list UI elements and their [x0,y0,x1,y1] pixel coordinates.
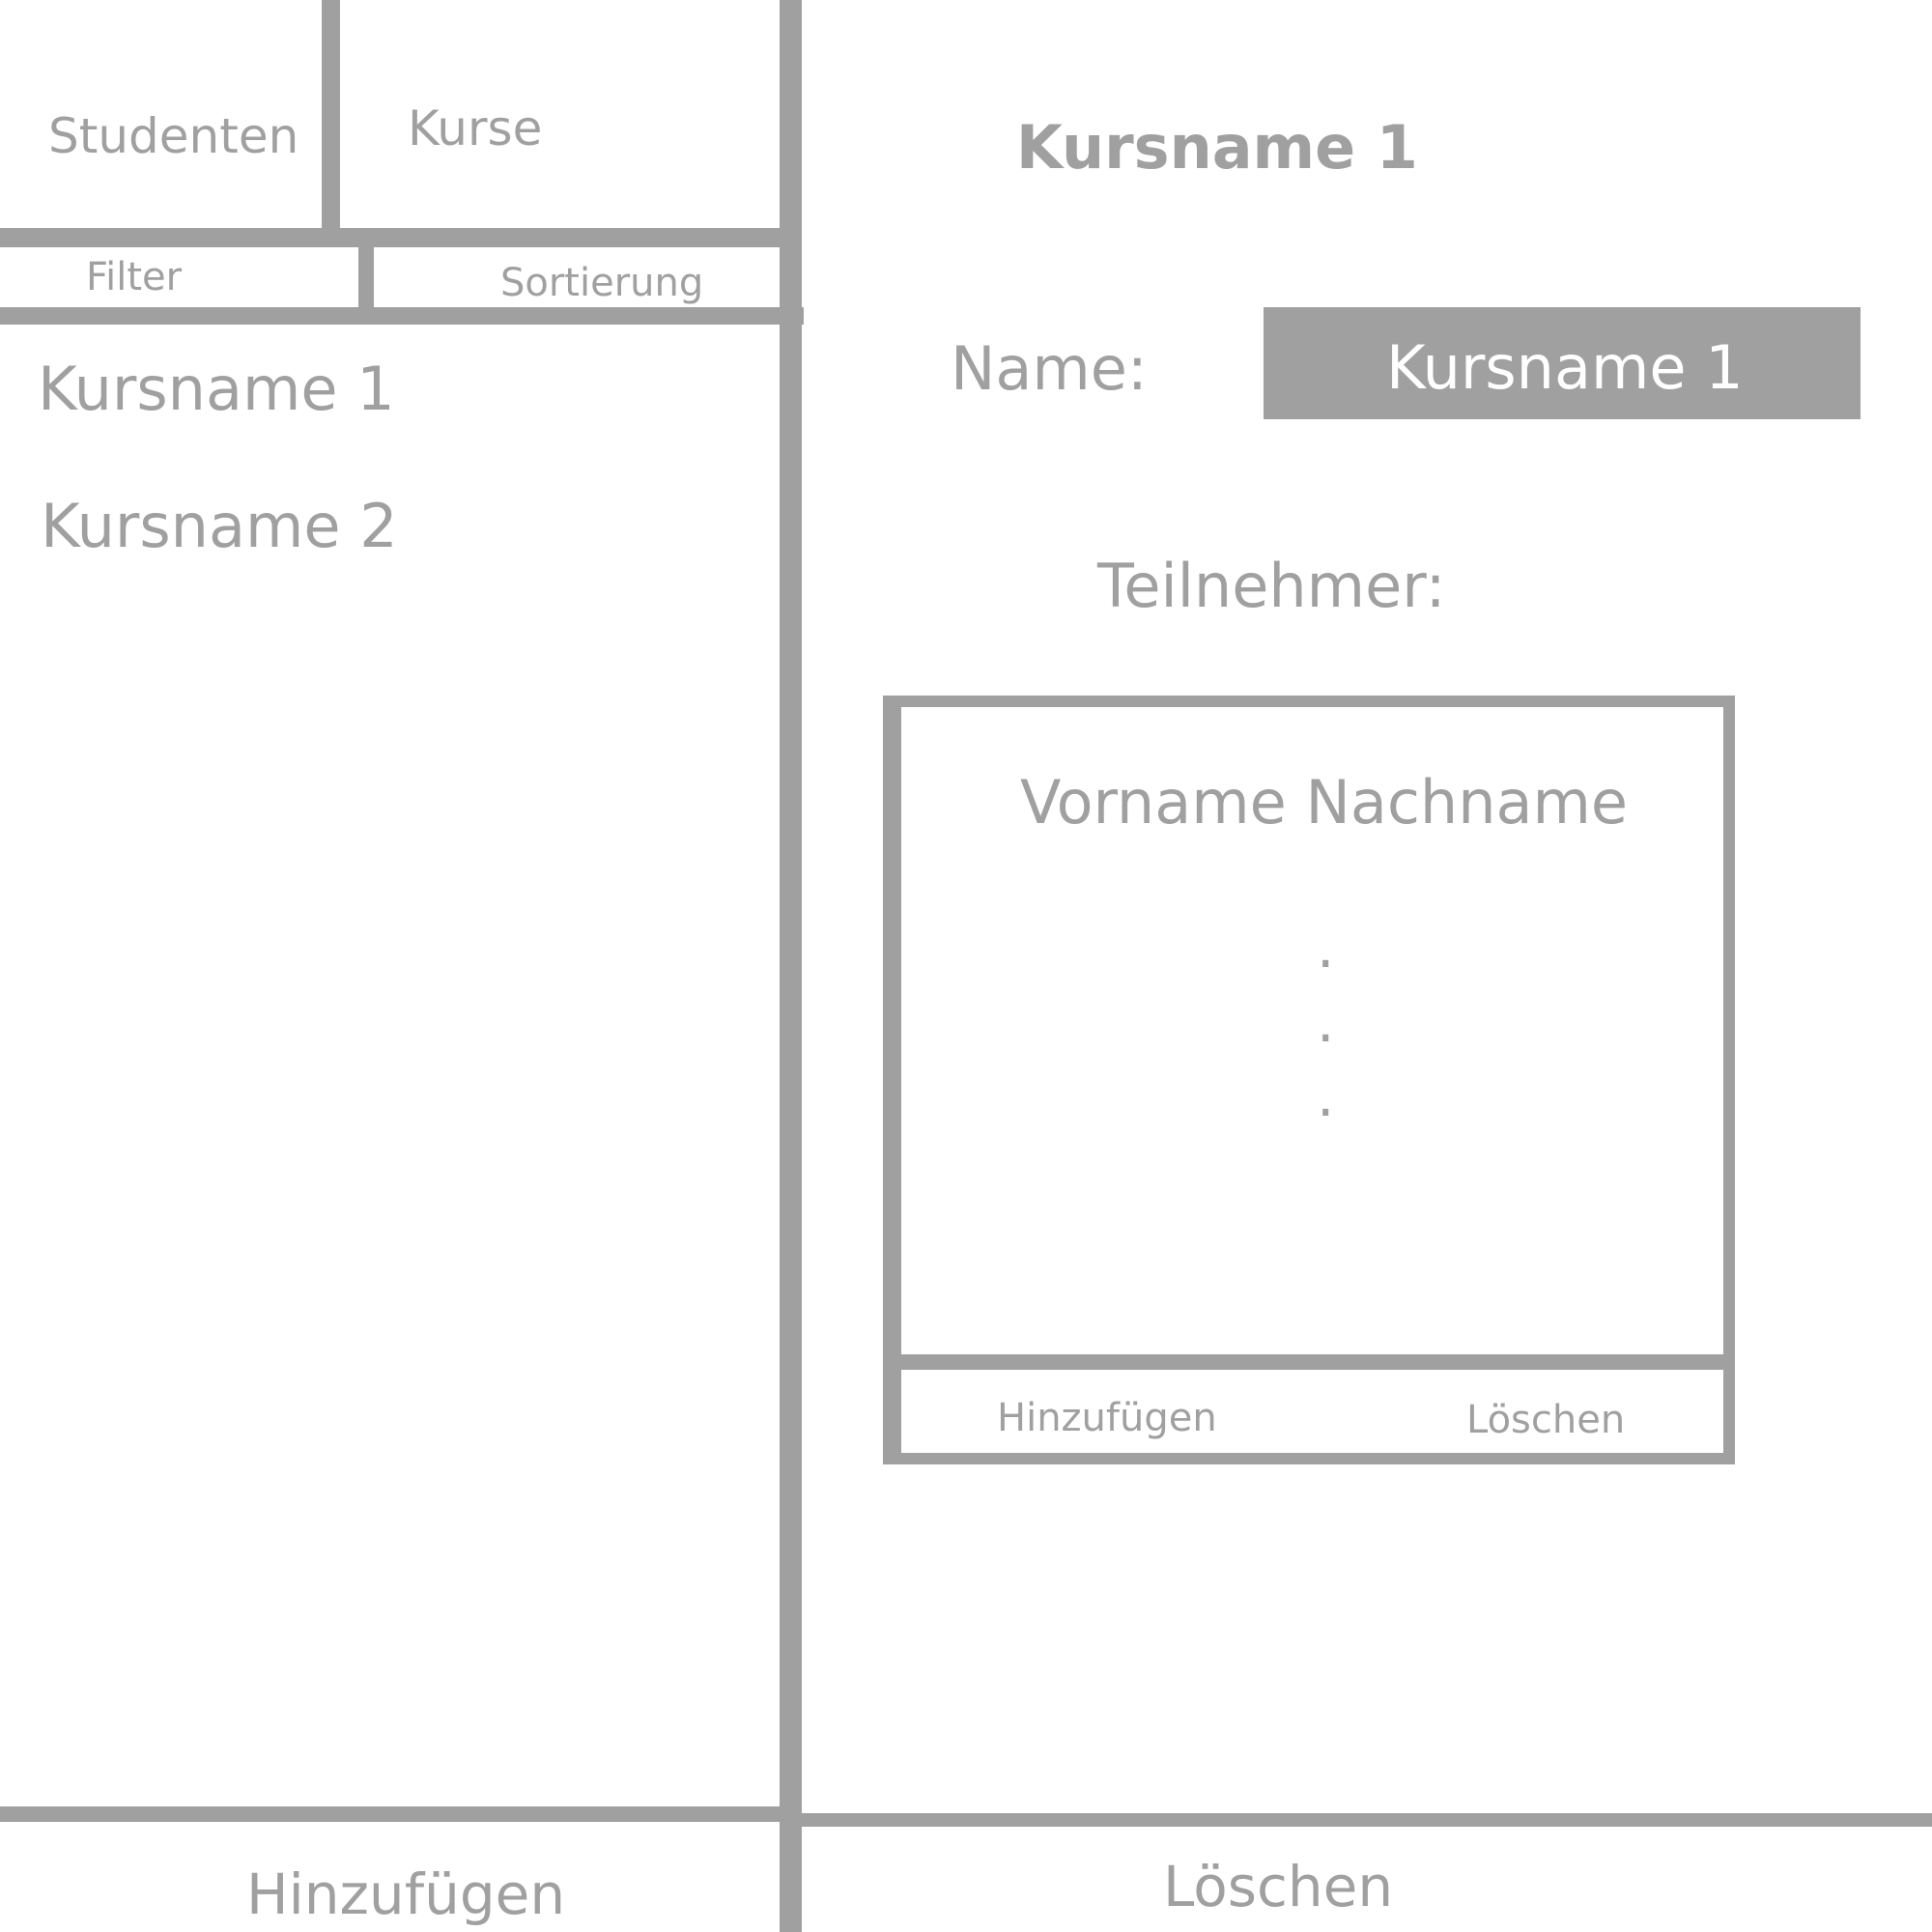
name-field-value: Kursname 1 [1386,332,1744,403]
list-item[interactable]: Kursname 2 [41,497,398,556]
delete-participant-button[interactable]: Löschen [1312,1370,1723,1453]
detail-footer-border [802,1813,1932,1827]
tab-kurse-label: Kurse [408,100,543,156]
sidebar-footer-border [0,1806,782,1822]
name-field[interactable]: Kursname 1 [1264,307,1861,419]
participant-item[interactable]: Vorname Nachname [1020,773,1628,833]
filter-button[interactable]: Filter [0,247,358,307]
name-label: Name: [951,333,1148,404]
add-course-button[interactable]: Hinzufügen [0,1822,780,1932]
ellipsis-dot: . [1317,989,1335,1055]
page-title: Kursname 1 [1016,112,1418,183]
participants-toolbar-border [901,1354,1723,1370]
add-course-label: Hinzufügen [246,1861,566,1927]
toolbar-divider [358,247,374,307]
sort-label: Sortierung [500,261,704,305]
tab-studenten-label: Studenten [48,108,299,164]
tabs-bottom-border [0,228,782,247]
add-participant-label: Hinzufügen [997,1396,1217,1440]
participants-label: Teilnehmer: [1097,551,1446,621]
delete-participant-label: Löschen [1466,1398,1626,1442]
toolbar-bottom-border [0,307,804,325]
participants-box: Vorname Nachname . . . Hinzufügen Lösche… [883,696,1735,1464]
sort-button[interactable]: Sortierung [374,247,780,307]
filter-label: Filter [86,255,183,299]
delete-course-button[interactable]: Löschen [802,1827,1932,1932]
ellipsis-dot: . [1317,915,1335,980]
tab-kurse[interactable]: Kurse [340,0,780,228]
list-item[interactable]: Kursname 1 [38,359,395,419]
tab-divider [322,0,340,232]
ellipsis-dot: . [1317,1064,1335,1129]
tab-studenten[interactable]: Studenten [0,0,322,228]
add-participant-button[interactable]: Hinzufügen [901,1370,1312,1453]
sidebar-divider [780,0,802,1932]
delete-course-label: Löschen [1163,1854,1394,1919]
